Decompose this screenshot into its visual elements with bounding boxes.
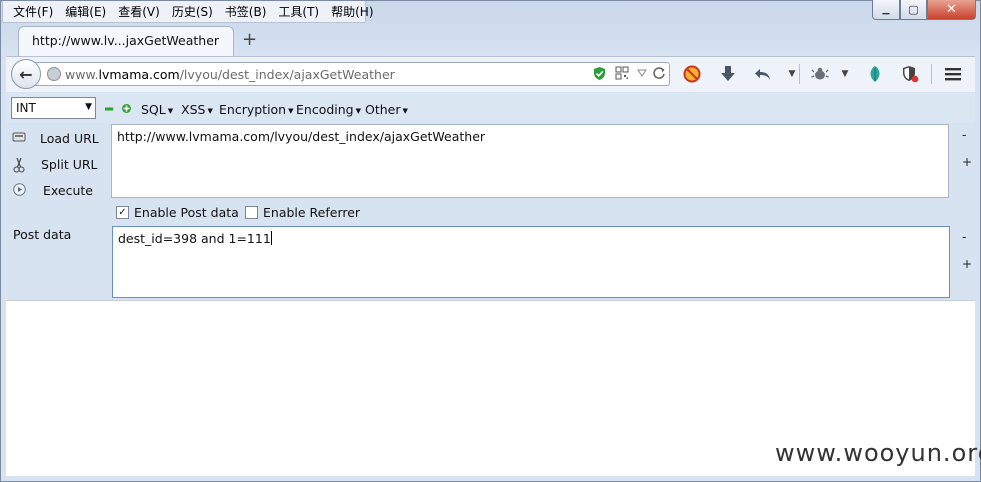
hamburger-menu-icon[interactable] bbox=[942, 63, 964, 85]
checkbox-checked-icon: ✓ bbox=[116, 206, 129, 219]
int-select-value: INT bbox=[16, 101, 36, 115]
new-tab-button[interactable]: + bbox=[242, 29, 257, 50]
play-icon bbox=[12, 183, 26, 197]
url-shrink-button[interactable]: - bbox=[962, 128, 966, 142]
encoding-menu[interactable]: Encoding ▼ bbox=[296, 102, 361, 117]
post-data-value: dest_id=398 and 1=111 bbox=[118, 231, 271, 246]
minus-green-icon[interactable] bbox=[105, 102, 113, 111]
load-url-icon bbox=[12, 131, 26, 145]
window-controls: ▁ ▢ ✕ bbox=[872, 0, 976, 21]
dropdown-icon: ▼ bbox=[167, 107, 174, 115]
xss-menu[interactable]: XSS ▼ bbox=[181, 102, 213, 117]
scissors-icon bbox=[12, 157, 26, 173]
post-data-textarea[interactable]: dest_id=398 and 1=111 bbox=[112, 226, 950, 298]
encryption-menu-label: Encryption bbox=[219, 102, 287, 117]
undo-icon[interactable] bbox=[752, 63, 774, 85]
split-url-button[interactable]: Split URL bbox=[6, 154, 110, 174]
sql-menu[interactable]: SQL ▼ bbox=[141, 102, 173, 117]
enable-post-label: Enable Post data bbox=[134, 205, 239, 220]
reload-icon[interactable] bbox=[651, 66, 666, 81]
menubar: 文件(F) 编辑(E) 查看(V) 历史(S) 书签(B) 工具(T) 帮助(H… bbox=[2, 1, 374, 23]
tab-active[interactable]: http://www.lv...jaxGetWeather bbox=[18, 26, 234, 56]
dropdown-icon: ▼ bbox=[402, 107, 408, 115]
address-prefix: www. bbox=[65, 67, 99, 82]
post-data-label: Post data bbox=[13, 227, 72, 242]
dropdown-icon: ▼ bbox=[207, 107, 213, 115]
bug-dropdown-icon[interactable]: ▼ bbox=[834, 63, 856, 85]
maximize-button[interactable]: ▢ bbox=[900, 0, 927, 20]
split-url-label: Split URL bbox=[41, 157, 98, 172]
menu-bookmarks[interactable]: 书签(B) bbox=[219, 2, 273, 22]
enable-post-checkbox[interactable]: ✓ Enable Post data bbox=[116, 205, 239, 220]
address-path: /lvyou/dest_index/ajaxGetWeather bbox=[179, 67, 395, 82]
encoding-menu-label: Encoding bbox=[296, 102, 354, 117]
bug-icon[interactable] bbox=[809, 63, 831, 85]
other-menu[interactable]: Other ▼ bbox=[365, 102, 408, 117]
qr-code-icon[interactable] bbox=[614, 66, 629, 81]
minimize-button[interactable]: ▁ bbox=[872, 0, 900, 20]
xss-menu-label: XSS bbox=[181, 102, 206, 117]
close-button[interactable]: ✕ bbox=[927, 0, 976, 20]
plus-green-icon[interactable] bbox=[122, 102, 131, 113]
download-icon[interactable] bbox=[717, 63, 739, 85]
execute-label: Execute bbox=[43, 183, 93, 198]
leaf-icon[interactable] bbox=[864, 63, 886, 85]
menu-help[interactable]: 帮助(H) bbox=[325, 2, 379, 22]
enable-referrer-label: Enable Referrer bbox=[263, 205, 361, 220]
menu-edit[interactable]: 编辑(E) bbox=[59, 2, 112, 22]
block-icon[interactable] bbox=[681, 63, 703, 85]
menu-history[interactable]: 历史(S) bbox=[166, 2, 219, 22]
menu-view[interactable]: 查看(V) bbox=[112, 2, 166, 22]
int-select[interactable]: INT ▼ bbox=[11, 97, 96, 119]
globe-icon bbox=[47, 67, 61, 81]
dropdown-icon: ▼ bbox=[355, 107, 361, 115]
hackbar-url-value: http://www.lvmama.com/lvyou/dest_index/a… bbox=[117, 129, 486, 144]
chevron-down-icon: ▼ bbox=[85, 102, 92, 112]
toolbar-separator bbox=[799, 64, 800, 84]
other-menu-label: Other bbox=[365, 102, 401, 117]
shield-check-icon[interactable] bbox=[592, 66, 607, 81]
address-domain: lvmama.com bbox=[98, 67, 180, 82]
dropdown-arrow-icon[interactable] bbox=[634, 66, 649, 81]
post-shrink-button[interactable]: - bbox=[962, 230, 966, 244]
url-grow-button[interactable]: + bbox=[962, 155, 972, 169]
load-url-label: Load URL bbox=[40, 131, 99, 146]
maximize-icon: ▢ bbox=[908, 3, 919, 16]
menu-file[interactable]: 文件(F) bbox=[7, 2, 59, 22]
back-button[interactable]: ← bbox=[11, 59, 41, 89]
close-icon: ✕ bbox=[946, 2, 957, 17]
toolbar-separator bbox=[931, 64, 932, 84]
menu-tools[interactable]: 工具(T) bbox=[272, 2, 325, 22]
sql-menu-label: SQL bbox=[141, 102, 166, 117]
address-text[interactable]: www.lvmama.com/lvyou/dest_index/ajaxGetW… bbox=[65, 67, 395, 82]
post-grow-button[interactable]: + bbox=[962, 257, 972, 271]
minimize-icon: ▁ bbox=[882, 4, 890, 15]
hackbar-url-textarea[interactable]: http://www.lvmama.com/lvyou/dest_index/a… bbox=[111, 124, 949, 198]
security-shield-icon[interactable] bbox=[899, 63, 921, 85]
enable-referrer-checkbox[interactable]: Enable Referrer bbox=[245, 205, 360, 220]
load-url-button[interactable]: Load URL bbox=[6, 128, 110, 148]
watermark: www.wooyun.org bbox=[775, 439, 981, 467]
execute-button[interactable]: Execute bbox=[6, 180, 110, 200]
text-caret bbox=[270, 231, 272, 245]
tab-title: http://www.lv...jaxGetWeather bbox=[32, 33, 220, 48]
back-arrow-icon: ← bbox=[19, 64, 33, 84]
checkbox-unchecked-icon bbox=[245, 206, 258, 219]
dropdown-icon: ▼ bbox=[288, 107, 294, 115]
encryption-menu[interactable]: Encryption ▼ bbox=[219, 102, 294, 117]
